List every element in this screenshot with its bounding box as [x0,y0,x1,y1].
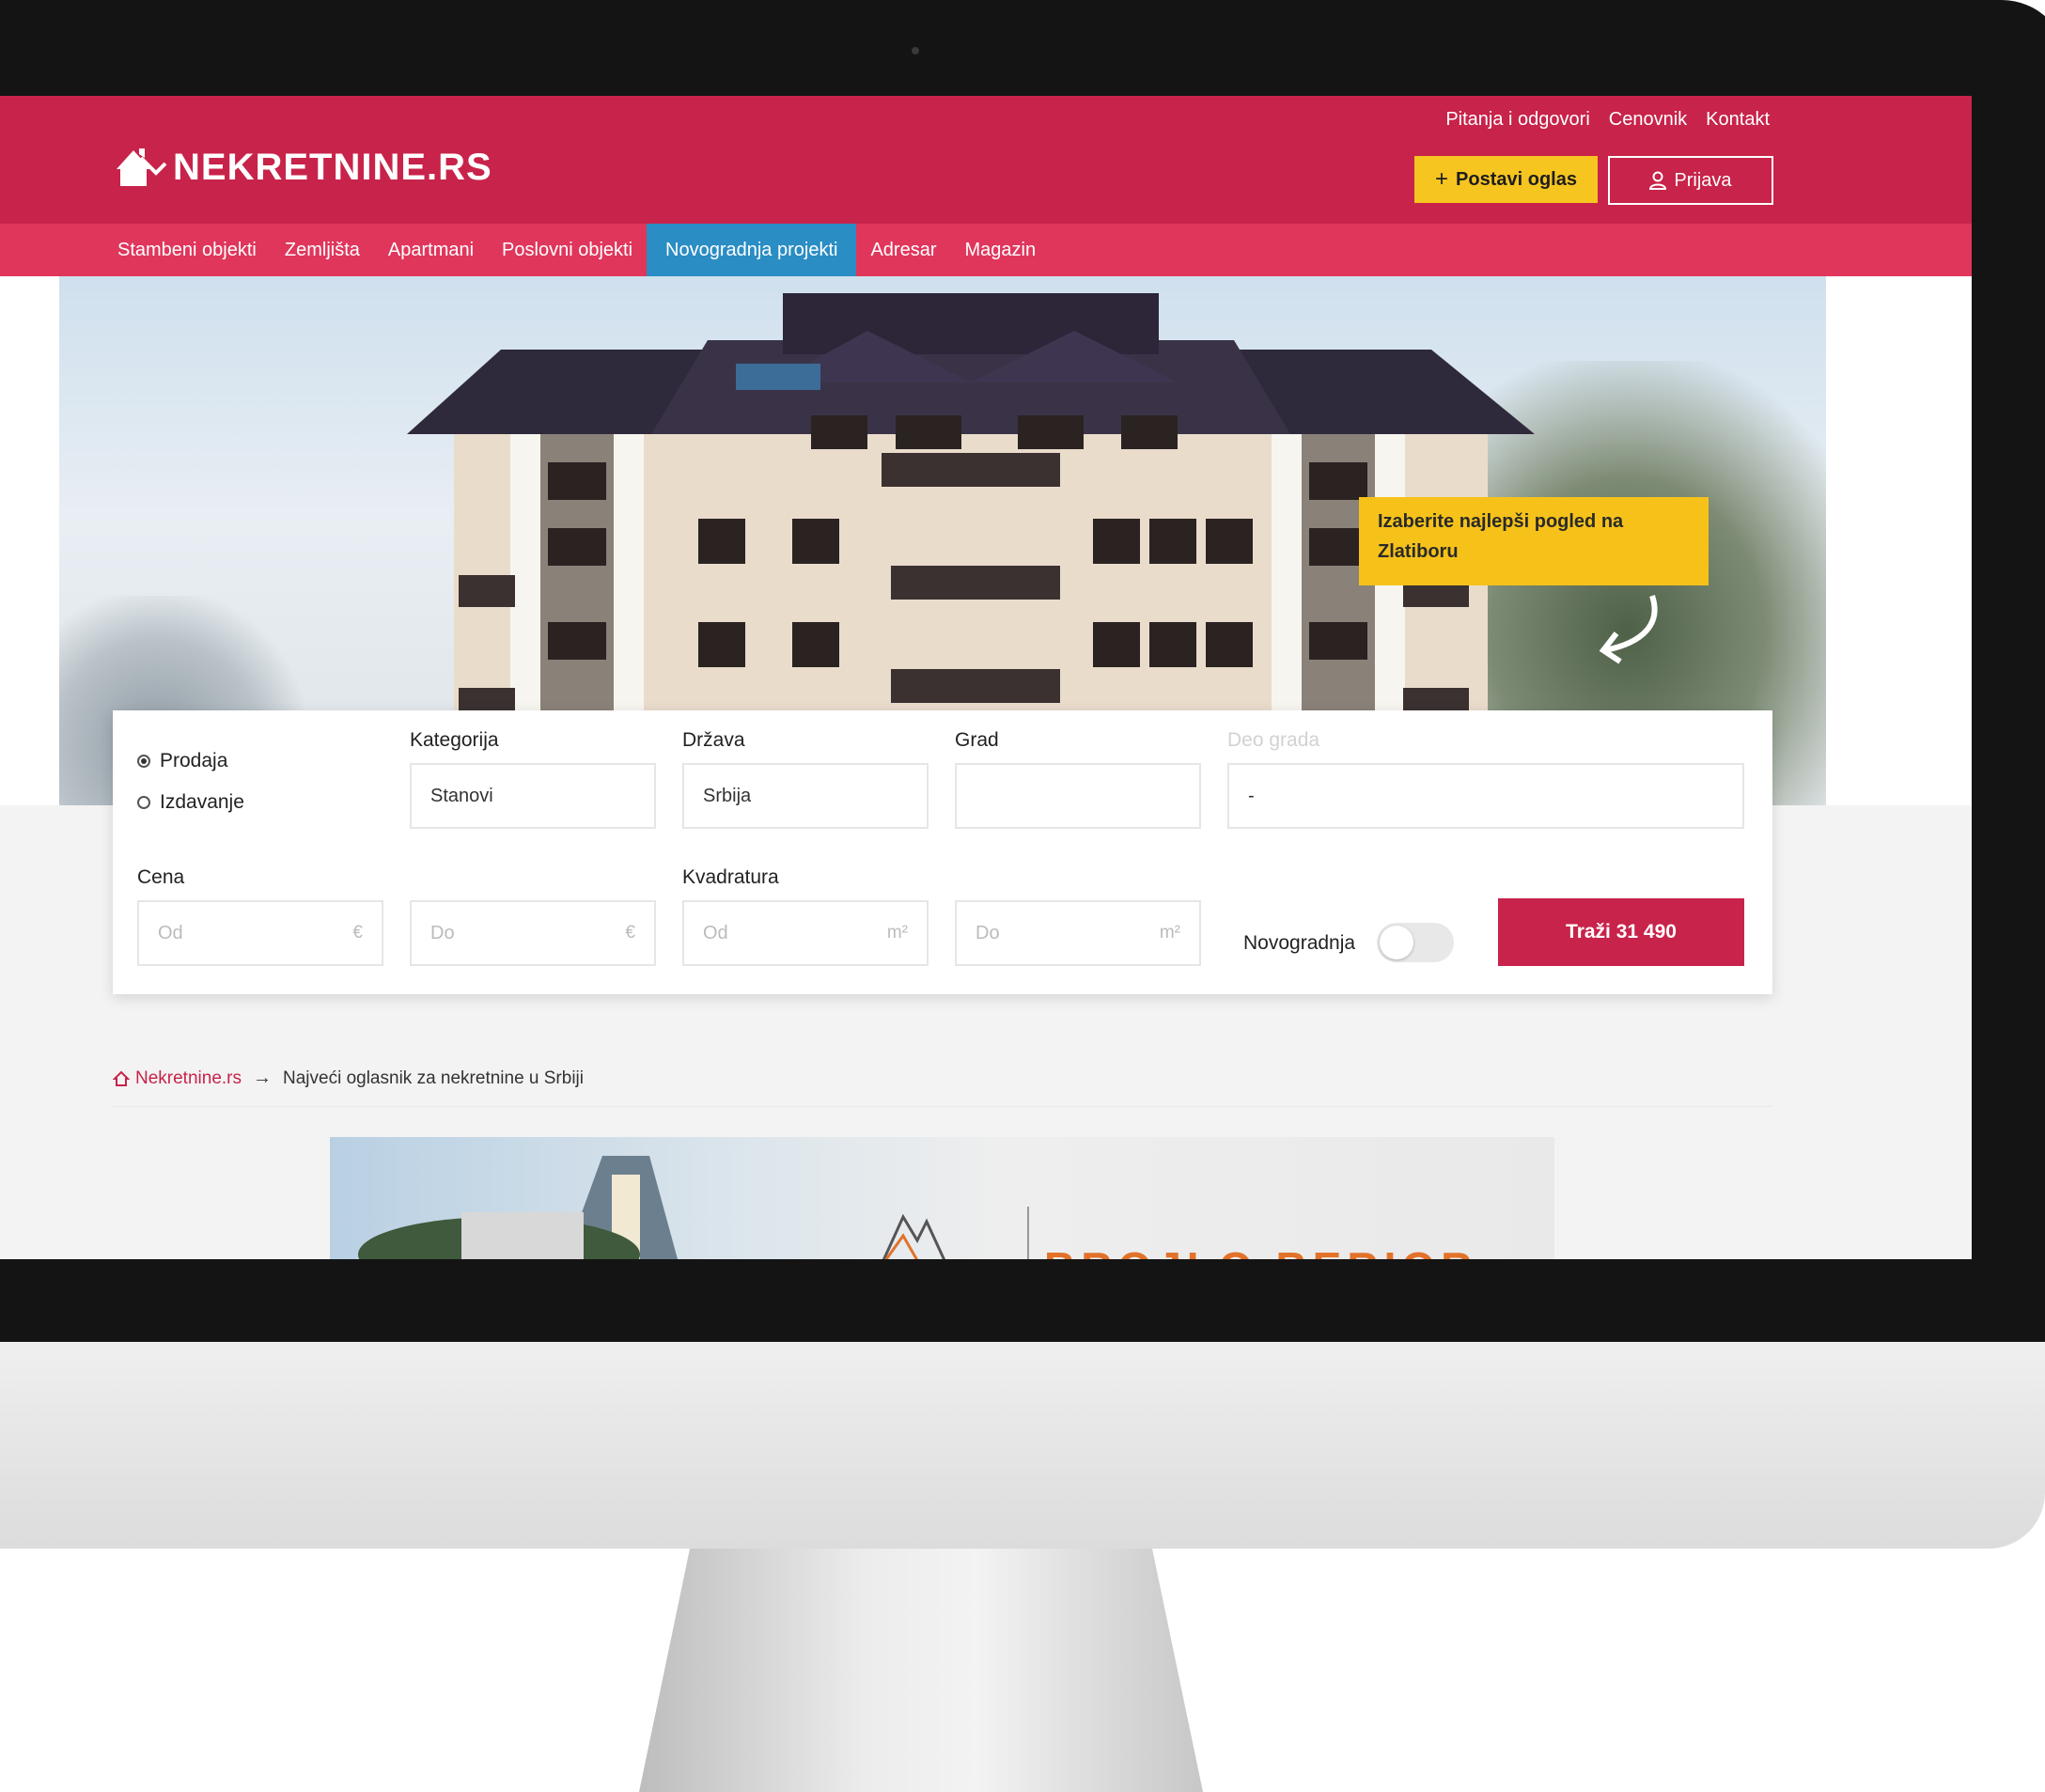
price-label: Cena [137,866,185,888]
faq-link[interactable]: Pitanja i odgovori [1445,109,1589,131]
post-ad-button[interactable]: + Postavi oglas [1414,156,1598,203]
pricing-link[interactable]: Cenovnik [1609,109,1687,131]
price-from-placeholder: Od [158,922,183,943]
country-value: Srbija [703,785,752,806]
radio-rent-label: Izdavanje [160,791,244,813]
euro-unit: € [625,923,635,943]
home-icon [113,1070,130,1086]
search-submit-button[interactable]: Traži 31 490 [1498,898,1744,966]
radio-sale-label: Prodaja [160,750,228,771]
category-select[interactable]: Stanovi [410,763,656,829]
city-label: Grad [955,729,999,751]
nav-item-directory[interactable]: Adresar [856,224,950,276]
login-label: Prijava [1674,169,1732,191]
user-icon [1649,171,1667,190]
advertisement-banner[interactable]: BROJLO BERIOR [330,1137,1554,1259]
area-to-input[interactable]: Do m² [955,900,1201,966]
breadcrumb: Nekretnine.rs → Najveći oglasnik za nekr… [113,1067,584,1089]
country-label: Država [682,729,745,751]
nav-item-business[interactable]: Poslovni objekti [488,224,647,276]
new-build-toggle[interactable] [1377,923,1454,962]
breadcrumb-current: Najveći oglasnik za nekretnine u Srbiji [283,1067,584,1088]
top-links: Pitanja i odgovori Cenovnik Kontakt [1445,109,1770,131]
square-meter-unit: m² [886,923,908,943]
price-to-input[interactable]: Do € [410,900,656,966]
arrow-right-icon: → [253,1067,272,1088]
city-part-value: - [1248,785,1255,806]
plus-icon: + [1435,166,1449,192]
nav-item-new-builds[interactable]: Novogradnja projekti [647,224,857,276]
category-value: Stanovi [430,785,493,806]
city-part-label: Deo grada [1227,729,1320,751]
monitor-chin [0,1342,2045,1549]
property-search-panel: Prodaja Izdavanje Kategorija Stanovi Drž… [113,710,1772,994]
nav-item-magazine[interactable]: Magazin [950,224,1050,276]
radio-sale[interactable] [137,755,150,768]
radio-sale-option[interactable]: Prodaja [137,750,227,772]
site-logo[interactable]: NEKRETNINE.RS [113,145,492,190]
price-from-input[interactable]: Od € [137,900,383,966]
radio-rent[interactable] [137,796,150,809]
radio-rent-option[interactable]: Izdavanje [137,791,244,814]
nav-item-apartments[interactable]: Apartmani [374,224,488,276]
breadcrumb-divider [113,1106,1772,1107]
breadcrumb-home-label: Nekretnine.rs [135,1067,242,1088]
monitor-stand [639,1549,1203,1792]
camera-dot [912,47,919,55]
country-select[interactable]: Srbija [682,763,929,829]
banner-divider [1027,1207,1029,1259]
city-part-select[interactable]: - [1227,763,1744,829]
category-label: Kategorija [410,729,499,751]
curved-arrow-icon [1599,595,1658,664]
breadcrumb-home-link[interactable]: Nekretnine.rs [113,1068,242,1089]
toggle-knob [1380,926,1413,959]
mountain-logo-icon [882,1213,946,1259]
hero-promo-caption: Izaberite najlepši pogled na Zlatiboru [1359,497,1709,585]
main-nav: Stambeni objekti Zemljišta Apartmani Pos… [0,224,1972,276]
square-meter-unit: m² [1159,923,1180,943]
logo-text: NEKRETNINE.RS [173,146,492,188]
site-header: NEKRETNINE.RS Pitanja i odgovori Cenovni… [0,96,1972,224]
website-screen: NEKRETNINE.RS Pitanja i odgovori Cenovni… [0,96,1972,1259]
banner-hotel-illustration [358,1156,678,1259]
new-build-label: Novogradnja [1243,932,1356,954]
contact-link[interactable]: Kontakt [1706,109,1770,131]
house-logo-icon [117,148,167,186]
area-from-placeholder: Od [703,922,728,943]
euro-unit: € [352,923,363,943]
area-label: Kvadratura [682,866,779,888]
area-from-input[interactable]: Od m² [682,900,929,966]
post-ad-label: Postavi oglas [1456,168,1577,190]
nav-item-land[interactable]: Zemljišta [271,224,374,276]
area-to-placeholder: Do [976,922,1000,943]
price-to-placeholder: Do [430,922,455,943]
banner-brand-text: BROJLO BERIOR [1044,1242,1477,1259]
nav-item-residential[interactable]: Stambeni objekti [103,224,271,276]
city-select[interactable] [955,763,1201,829]
login-button[interactable]: Prijava [1608,156,1773,205]
